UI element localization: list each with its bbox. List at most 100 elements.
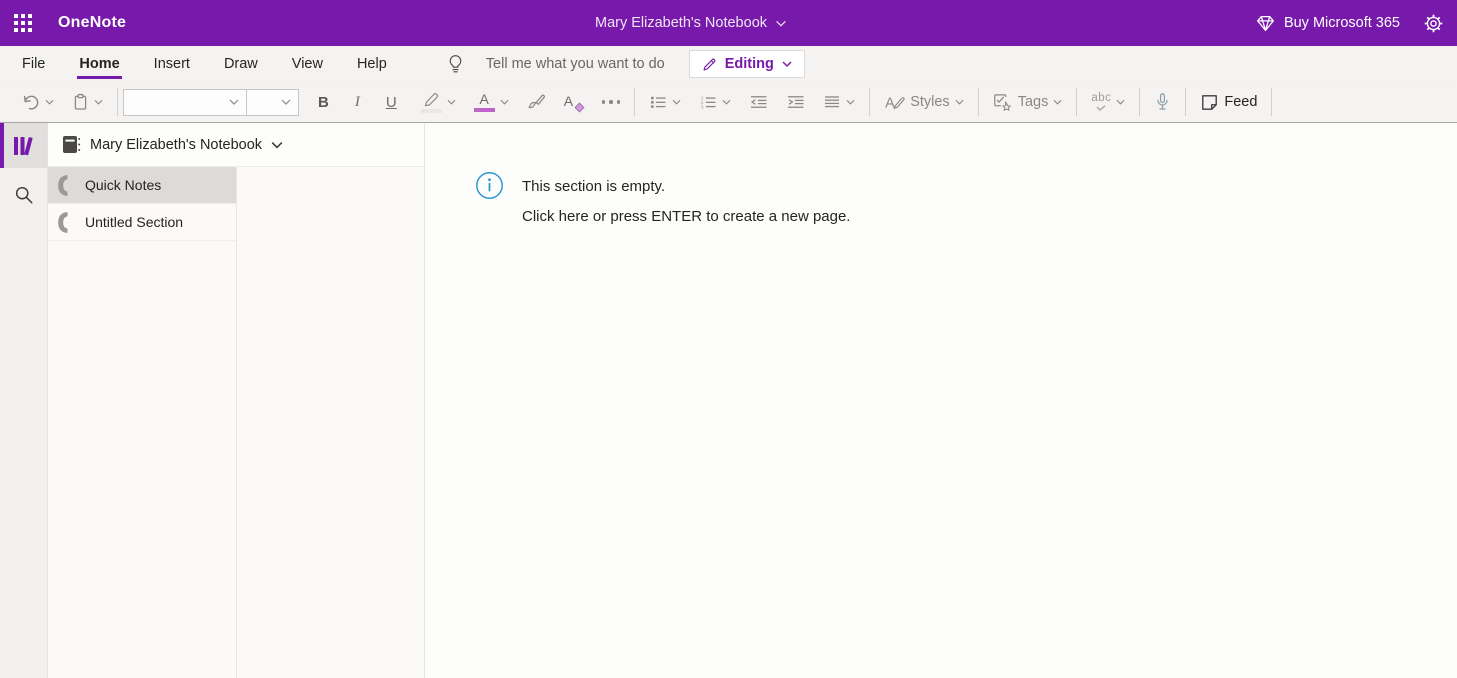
chevron-down-icon — [846, 99, 855, 105]
toolbar-separator — [1185, 88, 1186, 116]
chevron-down-icon — [775, 20, 786, 27]
align-icon — [823, 94, 841, 110]
svg-text:A: A — [885, 95, 895, 111]
ribbon-menu-bar: File Home Insert Draw View Help Tell me … — [0, 46, 1457, 82]
chevron-down-icon — [45, 99, 54, 105]
notebooks-rail-button[interactable] — [0, 123, 47, 168]
chevron-down-icon — [500, 99, 509, 105]
pages-list[interactable] — [237, 167, 424, 678]
section-item-quick-notes[interactable]: Quick Notes — [48, 167, 236, 204]
formatting-toolbar: B I U A — [0, 82, 1457, 123]
settings-button[interactable] — [1424, 14, 1443, 33]
notebooks-icon — [11, 134, 37, 158]
undo-button[interactable] — [12, 86, 63, 118]
spelling-button[interactable]: abc — [1082, 86, 1134, 118]
page-canvas[interactable]: This section is empty. Click here or pre… — [425, 123, 1457, 678]
editing-mode-button[interactable]: Editing — [689, 50, 805, 78]
section-item-untitled-section[interactable]: Untitled Section — [48, 204, 236, 241]
feed-button[interactable]: Feed — [1191, 86, 1266, 118]
chevron-down-icon — [229, 99, 239, 105]
spellcheck-icon: abc — [1091, 93, 1111, 111]
clear-formatting-icon: A — [564, 93, 584, 111]
styles-button[interactable]: A Styles — [875, 86, 973, 118]
tags-label: Tags — [1018, 94, 1049, 110]
undo-icon — [21, 94, 40, 111]
menu-file[interactable]: File — [20, 46, 47, 82]
chevron-down-icon — [782, 61, 792, 67]
bullet-list-button[interactable] — [640, 86, 690, 118]
menu-home[interactable]: Home — [77, 46, 121, 82]
alignment-button[interactable] — [814, 86, 864, 118]
notebook-title-dropdown[interactable]: Mary Elizabeth's Notebook — [595, 15, 786, 31]
font-color-button[interactable]: A — [465, 86, 518, 118]
chevron-down-icon — [1116, 99, 1125, 105]
chevron-down-icon — [722, 99, 731, 105]
chevron-down-icon — [1053, 99, 1062, 105]
menu-draw[interactable]: Draw — [222, 46, 260, 82]
app-launcher-button[interactable] — [0, 0, 46, 46]
toolbar-separator — [1271, 88, 1272, 116]
tell-me-search[interactable]: Tell me what you want to do — [447, 54, 665, 75]
feed-icon — [1200, 93, 1219, 112]
diamond-icon — [1256, 15, 1275, 32]
chevron-down-icon — [447, 99, 456, 105]
search-icon — [14, 185, 34, 205]
numbered-list-button[interactable]: 123 — [690, 86, 740, 118]
info-icon — [475, 171, 504, 200]
app-bar: OneNote Mary Elizabeth's Notebook Buy Mi… — [0, 0, 1457, 46]
chevron-down-icon — [672, 99, 681, 105]
format-painter-icon — [527, 93, 546, 111]
empty-title: This section is empty. — [522, 172, 850, 202]
highlight-color-button[interactable] — [412, 86, 465, 118]
menu-view[interactable]: View — [290, 46, 325, 82]
toolbar-separator — [869, 88, 870, 116]
microphone-icon — [1154, 92, 1171, 112]
paste-button[interactable] — [63, 86, 112, 118]
notebook-header-title: Mary Elizabeth's Notebook — [90, 137, 262, 153]
buy-microsoft-365-link[interactable]: Buy Microsoft 365 — [1256, 15, 1400, 32]
styles-icon: A — [884, 93, 905, 112]
tags-button[interactable]: Tags — [984, 86, 1072, 118]
font-color-icon: A — [474, 92, 495, 112]
bold-button[interactable]: B — [309, 86, 338, 118]
indent-icon — [786, 94, 805, 110]
empty-section-message: This section is empty. Click here or pre… — [425, 123, 1457, 232]
notebook-title-text: Mary Elizabeth's Notebook — [595, 15, 767, 31]
indent-button[interactable] — [777, 86, 814, 118]
search-button[interactable] — [0, 174, 47, 216]
section-label: Quick Notes — [85, 177, 161, 193]
app-title: OneNote — [58, 14, 126, 32]
toolbar-separator — [117, 88, 118, 116]
chevron-down-icon — [281, 99, 291, 105]
tags-icon — [993, 93, 1013, 112]
buy-label: Buy Microsoft 365 — [1284, 15, 1400, 31]
section-tab-icon — [57, 211, 69, 234]
notebook-icon — [62, 135, 81, 154]
outdent-button[interactable] — [740, 86, 777, 118]
format-painter-button[interactable] — [518, 86, 555, 118]
dictate-button[interactable] — [1145, 86, 1180, 118]
lightbulb-icon — [447, 54, 464, 75]
font-name-combobox[interactable] — [123, 89, 247, 116]
numbered-list-icon: 123 — [699, 94, 717, 110]
svg-text:3: 3 — [701, 104, 704, 110]
menu-insert[interactable]: Insert — [152, 46, 192, 82]
menu-help[interactable]: Help — [355, 46, 389, 82]
tell-me-placeholder: Tell me what you want to do — [486, 56, 665, 72]
notebook-switcher[interactable]: Mary Elizabeth's Notebook — [48, 123, 424, 167]
navigation-rail — [0, 123, 48, 678]
more-formatting-button[interactable] — [593, 86, 630, 118]
italic-button[interactable]: I — [346, 86, 369, 118]
clear-formatting-button[interactable]: A — [555, 86, 593, 118]
workspace: Mary Elizabeth's Notebook Quick Notes Un… — [0, 123, 1457, 678]
create-page-hint[interactable]: Click here or press ENTER to create a ne… — [522, 202, 850, 232]
font-size-combobox[interactable] — [246, 89, 299, 116]
editing-label: Editing — [725, 56, 774, 72]
sections-list: Quick Notes Untitled Section — [48, 167, 237, 678]
underline-button[interactable]: U — [377, 86, 406, 118]
outdent-icon — [749, 94, 768, 110]
pencil-icon — [702, 57, 717, 72]
section-tab-icon — [57, 174, 69, 197]
chevron-down-icon — [955, 99, 964, 105]
highlighter-icon — [421, 92, 442, 113]
